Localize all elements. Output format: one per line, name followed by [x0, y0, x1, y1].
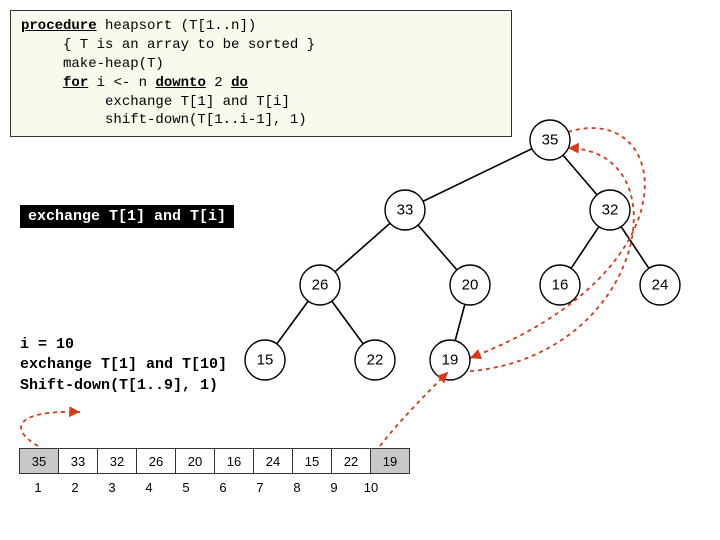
- step-l3: Shift-down(T[1..9], 1): [20, 377, 218, 394]
- array-idx-6: 6: [204, 480, 242, 495]
- tree-node-1-label: 35: [542, 132, 559, 149]
- array-cell-6: 16: [214, 448, 254, 474]
- tree-node-9-label: 22: [367, 352, 384, 369]
- array-cell-9: 22: [331, 448, 371, 474]
- array-table: 35 33 32 26 20 16 24 15 22 19 1 2 3 4 5 …: [20, 448, 410, 495]
- array-cell-8: 15: [292, 448, 332, 474]
- tree-node-3-label: 32: [602, 202, 619, 219]
- tree-node-2-label: 33: [397, 202, 414, 219]
- step-box: i = 10 exchange T[1] and T[10] Shift-dow…: [20, 335, 227, 396]
- array-cell-5: 20: [175, 448, 215, 474]
- kw-for: for: [63, 75, 88, 91]
- tree-node-7: 24: [640, 265, 680, 305]
- tree-node-6: 16: [540, 265, 580, 305]
- tree-node-7-label: 24: [652, 277, 669, 294]
- kw-do: do: [231, 75, 248, 91]
- tree-node-3: 32: [590, 190, 630, 230]
- step-l2: exchange T[1] and T[10]: [20, 356, 227, 373]
- code-l4a: [21, 75, 63, 91]
- tree-node-1: 35: [530, 120, 570, 160]
- tree-node-8: 15: [245, 340, 285, 380]
- tree-node-4-label: 26: [312, 277, 329, 294]
- tree-node-2: 33: [385, 190, 425, 230]
- tree-node-5: 20: [450, 265, 490, 305]
- heap-tree: 35 33 32 26 20 16 24 15 22 19: [260, 110, 700, 400]
- array-idx-10: 10: [352, 480, 390, 495]
- array-cell-10: 19: [370, 448, 410, 474]
- tree-node-4: 26: [300, 265, 340, 305]
- exchange-label: exchange T[1] and T[i]: [20, 205, 234, 228]
- tree-node-10: 19: [430, 340, 470, 380]
- code-l4c: i <- n: [88, 75, 155, 91]
- array-idx-7: 7: [241, 480, 279, 495]
- array-idx-5: 5: [167, 480, 205, 495]
- array-values-row: 35 33 32 26 20 16 24 15 22 19: [20, 448, 410, 474]
- array-index-row: 1 2 3 4 5 6 7 8 9 10: [20, 480, 410, 495]
- code-l3: make-heap(T): [21, 56, 164, 72]
- array-idx-4: 4: [130, 480, 168, 495]
- tree-node-6-label: 16: [552, 277, 569, 294]
- code-l5: exchange T[1] and T[i]: [21, 94, 290, 110]
- step-l1: i = 10: [20, 336, 74, 353]
- array-cell-1: 35: [19, 448, 59, 474]
- array-idx-9: 9: [315, 480, 353, 495]
- kw-downto: downto: [155, 75, 205, 91]
- array-cell-4: 26: [136, 448, 176, 474]
- array-cell-3: 32: [97, 448, 137, 474]
- array-idx-8: 8: [278, 480, 316, 495]
- array-idx-1: 1: [19, 480, 57, 495]
- code-l2: { T is an array to be sorted }: [21, 37, 315, 53]
- tree-node-9: 22: [355, 340, 395, 380]
- array-idx-3: 3: [93, 480, 131, 495]
- code-l4e: 2: [206, 75, 231, 91]
- kw-procedure: procedure: [21, 18, 97, 34]
- array-cell-2: 33: [58, 448, 98, 474]
- tree-node-8-label: 15: [257, 352, 274, 369]
- code-l1: heapsort (T[1..n]): [97, 18, 257, 34]
- tree-node-10-label: 19: [442, 352, 459, 369]
- array-cell-7: 24: [253, 448, 293, 474]
- tree-node-5-label: 20: [462, 277, 479, 294]
- array-idx-2: 2: [56, 480, 94, 495]
